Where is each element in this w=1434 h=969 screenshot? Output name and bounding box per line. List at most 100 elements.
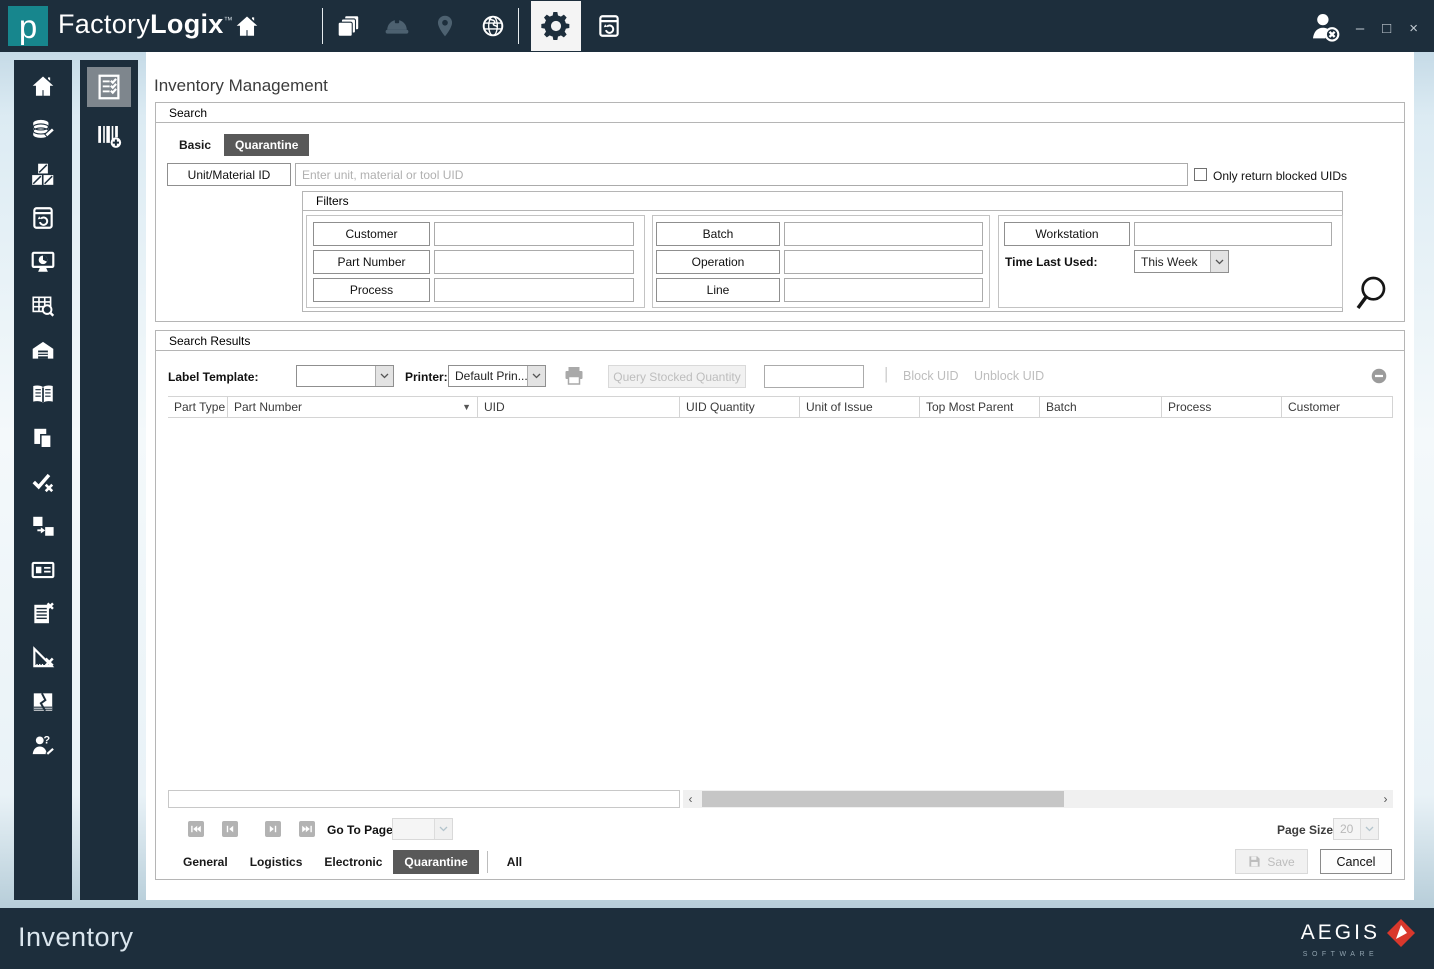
- time-last-used-select[interactable]: This Week: [1134, 250, 1229, 273]
- hscroll-track[interactable]: [698, 790, 1378, 808]
- sidebar-item-remove-list[interactable]: [28, 600, 58, 628]
- customer-filter-button[interactable]: Customer: [313, 222, 430, 246]
- part-number-filter-button[interactable]: Part Number: [313, 250, 430, 274]
- sidebar-item-documents[interactable]: [28, 424, 58, 452]
- results-table-body[interactable]: [168, 418, 1393, 788]
- remove-list-icon: [34, 602, 54, 624]
- batch-filter-input[interactable]: [784, 222, 983, 246]
- customer-filter-input[interactable]: [434, 222, 634, 246]
- web-nav-button[interactable]: [480, 13, 506, 39]
- run-search-button[interactable]: [1352, 272, 1392, 317]
- first-page-icon: [191, 825, 201, 833]
- operation-filter-input[interactable]: [784, 250, 983, 274]
- chevron-down-icon[interactable]: [527, 366, 545, 386]
- hscroll-right-button[interactable]: ›: [1378, 790, 1393, 808]
- line-filter-input[interactable]: [784, 278, 983, 302]
- tab-logistics[interactable]: Logistics: [239, 850, 314, 874]
- settings-nav-button-active[interactable]: [531, 1, 581, 51]
- column-header-batch[interactable]: Batch: [1040, 397, 1162, 417]
- process-filter-button[interactable]: Process: [313, 278, 430, 302]
- label-template-select[interactable]: [296, 365, 394, 387]
- sidebar-item-user-support[interactable]: ?: [28, 732, 58, 760]
- hscroll-left-button[interactable]: ‹: [683, 790, 698, 808]
- sidebar-item-documentation[interactable]: [28, 380, 58, 408]
- tab-quarantine[interactable]: Quarantine: [224, 134, 310, 156]
- page-size-select[interactable]: 20: [1333, 818, 1379, 840]
- line-filter-button[interactable]: Line: [656, 278, 780, 302]
- tab-quarantine-bottom[interactable]: Quarantine: [393, 850, 479, 874]
- printer-select[interactable]: Default Prin...: [448, 365, 546, 387]
- sidebar-item-approve-reject[interactable]: [28, 468, 58, 496]
- part-number-filter-input[interactable]: [434, 250, 634, 274]
- cancel-button[interactable]: Cancel: [1320, 849, 1392, 874]
- sidebar-item-inventory-database[interactable]: [28, 116, 58, 144]
- tab-electronic[interactable]: Electronic: [313, 850, 393, 874]
- maximize-button[interactable]: □: [1382, 21, 1391, 36]
- backup-restore-icon: [33, 207, 53, 229]
- unblock-uid-button[interactable]: Unblock UID: [974, 369, 1044, 383]
- column-header-top-most-parent[interactable]: Top Most Parent: [920, 397, 1040, 417]
- window-controls: – □ ×: [1356, 21, 1418, 36]
- column-header-unit-of-issue[interactable]: Unit of Issue: [800, 397, 920, 417]
- query-stocked-quantity-button[interactable]: Query Stocked Quantity: [608, 365, 746, 388]
- next-page-button[interactable]: [265, 821, 281, 837]
- stocked-quantity-input[interactable]: [764, 365, 864, 388]
- sidebar-item-inventory-management[interactable]: [87, 67, 131, 107]
- operator-nav-button[interactable]: [384, 13, 410, 39]
- svg-text:?: ?: [44, 734, 51, 746]
- blocked-uids-checkbox[interactable]: [1194, 168, 1207, 181]
- secondary-sidebar: [80, 60, 138, 900]
- aegis-logo-text: AEGIS: [1300, 921, 1380, 944]
- print-button[interactable]: [563, 365, 585, 392]
- sidebar-item-transfer[interactable]: [28, 512, 58, 540]
- top-bar: p FactoryLogix™ – □ ×: [0, 0, 1434, 52]
- sidebar-item-home[interactable]: [28, 72, 58, 100]
- hscroll-thumb[interactable]: [702, 791, 1064, 807]
- pages-nav-button[interactable]: [336, 13, 362, 39]
- column-header-customer[interactable]: Customer: [1282, 397, 1393, 417]
- sidebar-item-materials[interactable]: [28, 160, 58, 188]
- last-page-button[interactable]: [299, 821, 315, 837]
- sidebar-item-warehouse[interactable]: [28, 336, 58, 364]
- chevron-down-icon[interactable]: [375, 366, 393, 386]
- first-page-button[interactable]: [188, 821, 204, 837]
- category-tabstrip: General Logistics Electronic Quarantine …: [172, 850, 533, 874]
- block-uid-button[interactable]: Block UID: [903, 369, 959, 383]
- sidebar-item-damaged-goods[interactable]: [28, 688, 58, 716]
- location-nav-button[interactable]: [432, 13, 458, 39]
- column-header-process[interactable]: Process: [1162, 397, 1282, 417]
- tab-general[interactable]: General: [172, 850, 239, 874]
- filters-groupbox-title: Filters: [303, 192, 1342, 211]
- unit-material-id-button[interactable]: Unit/Material ID: [167, 163, 291, 186]
- workstation-filter-button[interactable]: Workstation: [1004, 222, 1130, 246]
- sidebar-item-barcode-add[interactable]: [87, 116, 131, 156]
- batch-filter-button[interactable]: Batch: [656, 222, 780, 246]
- sidebar-item-id-card[interactable]: [28, 556, 58, 584]
- process-filter-input[interactable]: [434, 278, 634, 302]
- home-nav-button[interactable]: [234, 13, 260, 39]
- column-header-part-number[interactable]: Part Number ▼: [228, 397, 478, 417]
- primary-sidebar: ?: [14, 60, 72, 900]
- column-header-uid[interactable]: UID: [478, 397, 680, 417]
- footer-title: Inventory: [18, 922, 134, 952]
- sidebar-item-data-search[interactable]: [28, 292, 58, 320]
- go-to-page-select[interactable]: [392, 818, 453, 840]
- minimize-button[interactable]: –: [1356, 21, 1364, 36]
- user-logout-button[interactable]: [1308, 10, 1342, 44]
- column-header-part-type[interactable]: Part Type: [168, 397, 228, 417]
- backup-nav-button[interactable]: [596, 13, 622, 39]
- close-button[interactable]: ×: [1409, 21, 1418, 36]
- sidebar-item-backup[interactable]: [28, 204, 58, 232]
- tab-all[interactable]: All: [496, 850, 533, 874]
- collapse-button[interactable]: [1371, 368, 1387, 389]
- tab-basic[interactable]: Basic: [168, 134, 222, 156]
- workstation-filter-input[interactable]: [1134, 222, 1332, 246]
- save-button[interactable]: Save: [1235, 849, 1308, 874]
- sidebar-item-measure-reject[interactable]: [28, 644, 58, 672]
- operation-filter-button[interactable]: Operation: [656, 250, 780, 274]
- column-header-uid-quantity[interactable]: UID Quantity: [680, 397, 800, 417]
- uid-input[interactable]: [295, 163, 1188, 186]
- sidebar-item-dashboard[interactable]: [28, 248, 58, 276]
- previous-page-button[interactable]: [222, 821, 238, 837]
- chevron-down-icon[interactable]: [1210, 251, 1228, 272]
